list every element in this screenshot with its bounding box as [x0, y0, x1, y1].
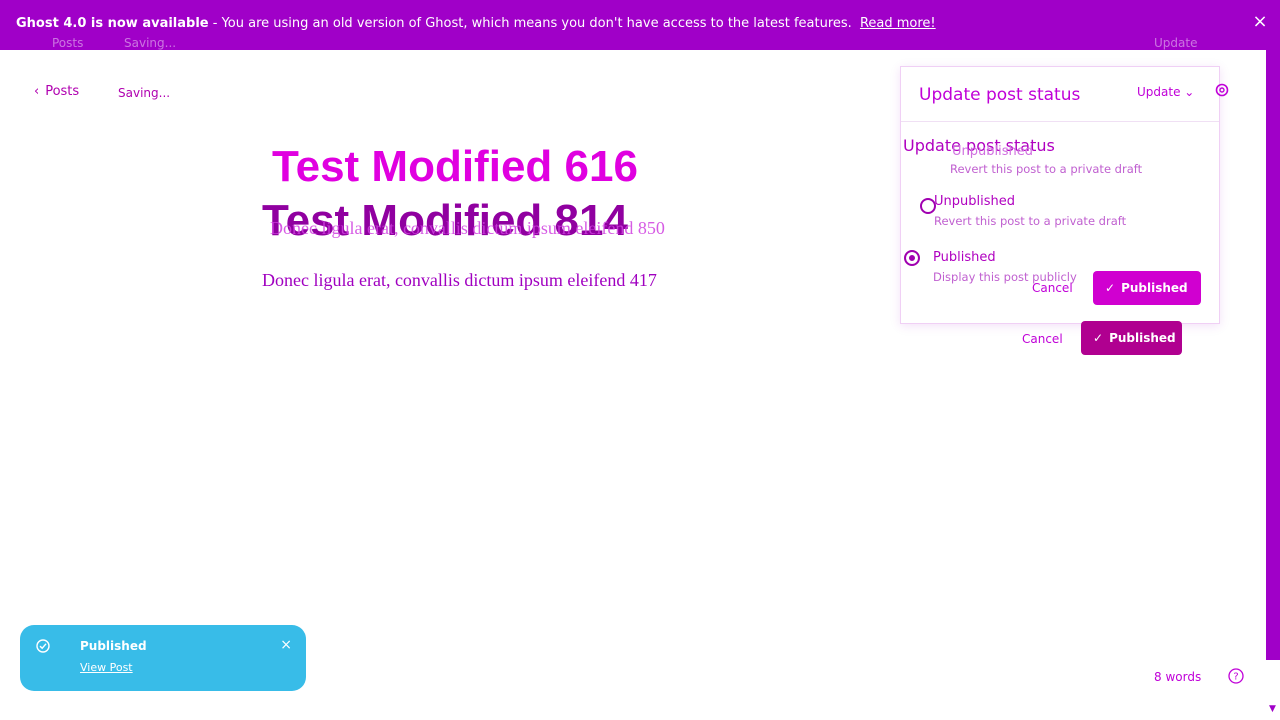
- published-button-label: Published: [1121, 281, 1188, 295]
- option-published-label: Published: [933, 250, 996, 265]
- post-title[interactable]: Test Modified 616: [272, 142, 638, 192]
- toast-close-icon[interactable]: ×: [280, 637, 292, 653]
- svg-text:?: ?: [1233, 672, 1238, 683]
- cancel-button-shadow[interactable]: Cancel: [1022, 332, 1063, 346]
- word-count: 8 words: [1154, 670, 1202, 684]
- banner-read-more-link[interactable]: Read more!: [860, 16, 936, 31]
- check-icon: ✓: [1093, 331, 1104, 345]
- radio-published[interactable]: [904, 250, 920, 266]
- post-body[interactable]: Donec ligula erat, convallis dictum ipsu…: [262, 270, 657, 291]
- gear-icon[interactable]: [1213, 81, 1231, 99]
- option-unpublished-desc: Revert this post to a private draft: [934, 214, 1127, 228]
- published-button[interactable]: ✓ Published: [1093, 271, 1201, 305]
- option-unpublished-label: Unpublished: [934, 194, 1015, 209]
- ghost-saving-text: Saving...: [124, 36, 177, 50]
- save-status: Saving...: [118, 86, 171, 100]
- ghost-posts-text: Posts: [52, 36, 84, 50]
- banner-headline: Ghost 4.0 is now available: [16, 16, 209, 31]
- popover-divider: [901, 121, 1219, 122]
- toast-title: Published: [80, 639, 147, 653]
- back-to-posts-link[interactable]: ‹ Posts: [34, 84, 79, 99]
- cancel-button[interactable]: Cancel: [1032, 281, 1073, 295]
- check-icon: ✓: [1105, 281, 1116, 295]
- chevron-down-icon: ⌄: [1184, 85, 1195, 99]
- ghost-option-desc: Revert this post to a private draft: [950, 162, 1143, 176]
- published-button-shadow-label: Published: [1109, 331, 1176, 345]
- banner-text: Ghost 4.0 is now available - You are usi…: [16, 16, 936, 31]
- chevron-left-icon: ‹: [34, 84, 40, 99]
- banner-close-icon[interactable]: ×: [1252, 13, 1268, 31]
- update-label: Update: [1137, 85, 1181, 99]
- banner-message: - You are using an old version of Ghost,…: [212, 16, 852, 31]
- toast-view-post-link[interactable]: View Post: [80, 661, 133, 674]
- published-button-shadow[interactable]: ✓ Published: [1081, 321, 1182, 355]
- update-banner: Posts Saving... Update Ghost 4.0 is now …: [0, 0, 1280, 50]
- ghost-update-text: Update: [1154, 36, 1198, 50]
- back-label: Posts: [45, 84, 80, 99]
- popover-title: Update post status: [919, 85, 1081, 105]
- published-toast: Published View Post ×: [20, 625, 306, 691]
- ghost-option-label: Unpublished: [952, 144, 1033, 159]
- post-body-shadow: Donec ligula erat, convallis dictum ipsu…: [270, 218, 665, 238]
- check-circle-icon: [36, 639, 50, 653]
- scrollbar[interactable]: [1266, 50, 1280, 660]
- help-icon[interactable]: ?: [1228, 668, 1244, 684]
- update-dropdown[interactable]: Update ⌄: [1137, 85, 1194, 99]
- scroll-down-arrow-icon[interactable]: ▼: [1269, 704, 1276, 714]
